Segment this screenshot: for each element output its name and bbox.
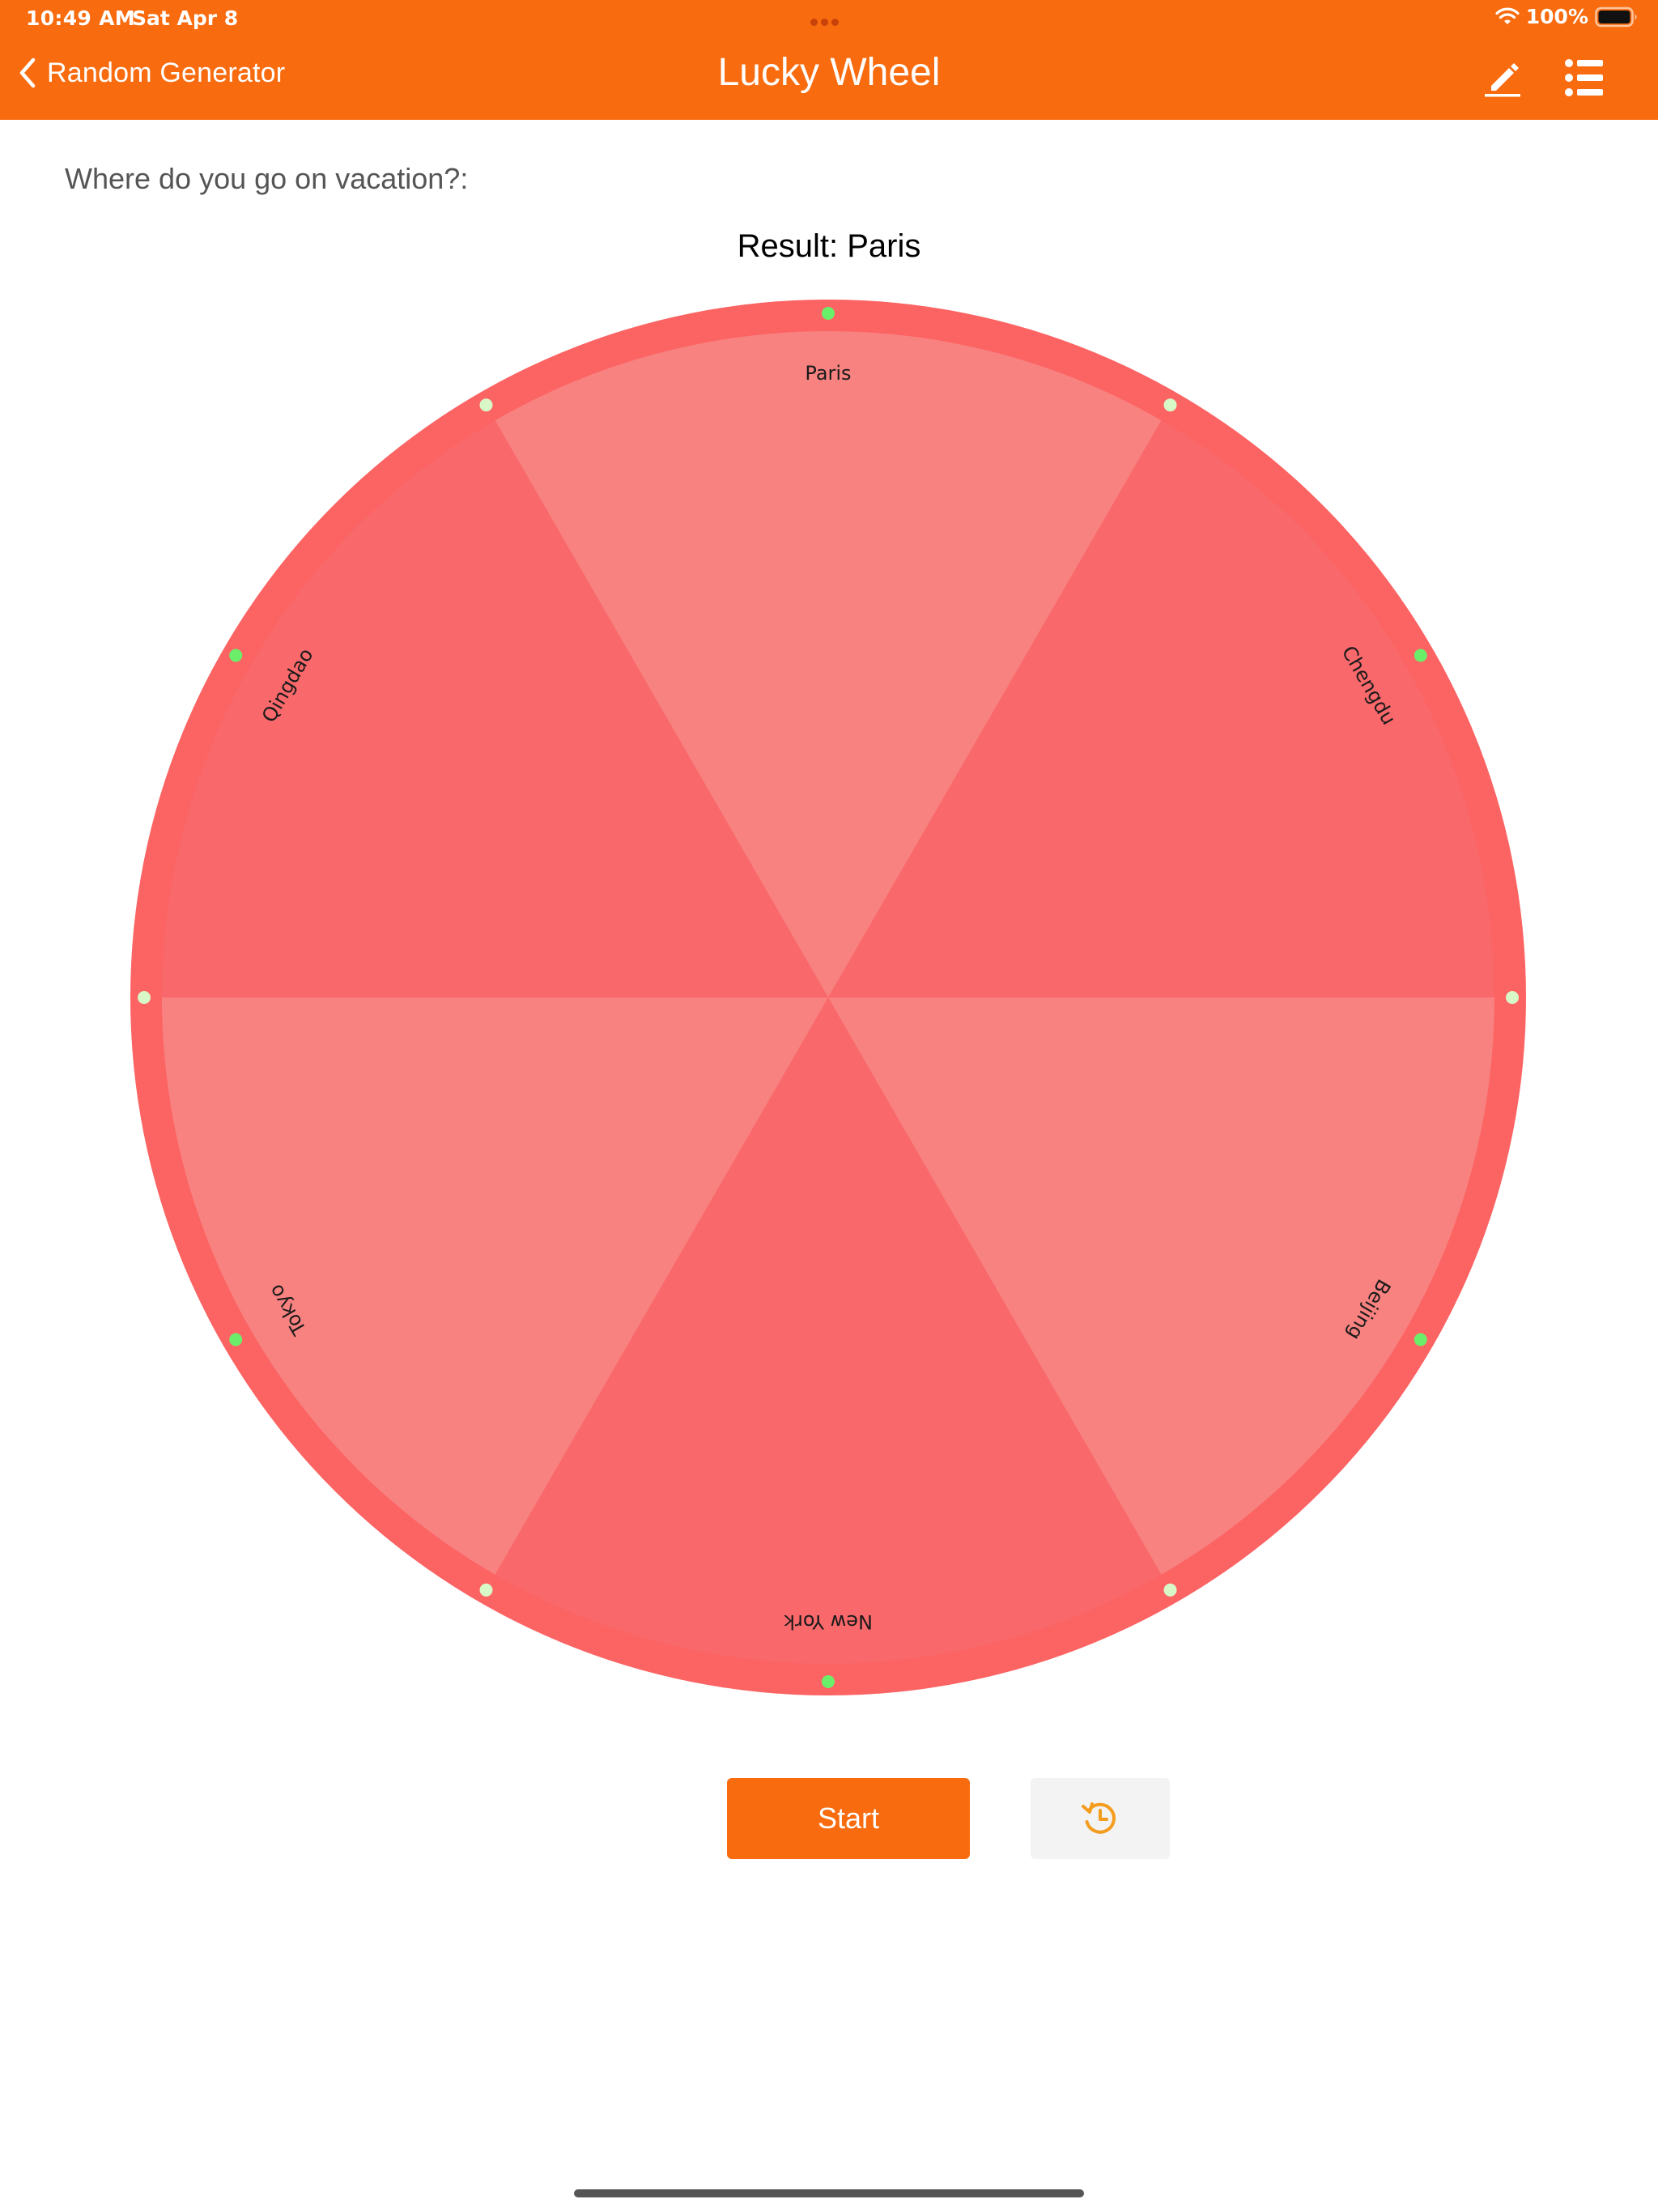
history-button[interactable] [1031, 1778, 1170, 1859]
rim-dot [1506, 991, 1519, 1004]
rim-dot [822, 1675, 835, 1688]
rim-dot [1163, 398, 1177, 412]
rim-dot [1163, 1583, 1177, 1597]
wheel-segment-label: New York [784, 1610, 873, 1633]
rim-dot [1414, 649, 1427, 662]
rim-dot [229, 1333, 243, 1346]
rim-dot [138, 991, 151, 1004]
history-icon [1082, 1802, 1116, 1834]
wheel-segment-label: Paris [805, 362, 851, 385]
start-button[interactable]: Start [727, 1778, 970, 1859]
rim-dot [479, 1583, 493, 1597]
lucky-wheel[interactable]: ParisChengduBeijingNew YorkTokyoQingdao [0, 0, 1658, 2212]
rim-dot [479, 398, 493, 412]
home-indicator[interactable] [574, 2189, 1084, 2197]
rim-dot [822, 307, 835, 320]
rim-dot [1414, 1333, 1427, 1346]
rim-dot [229, 649, 243, 662]
